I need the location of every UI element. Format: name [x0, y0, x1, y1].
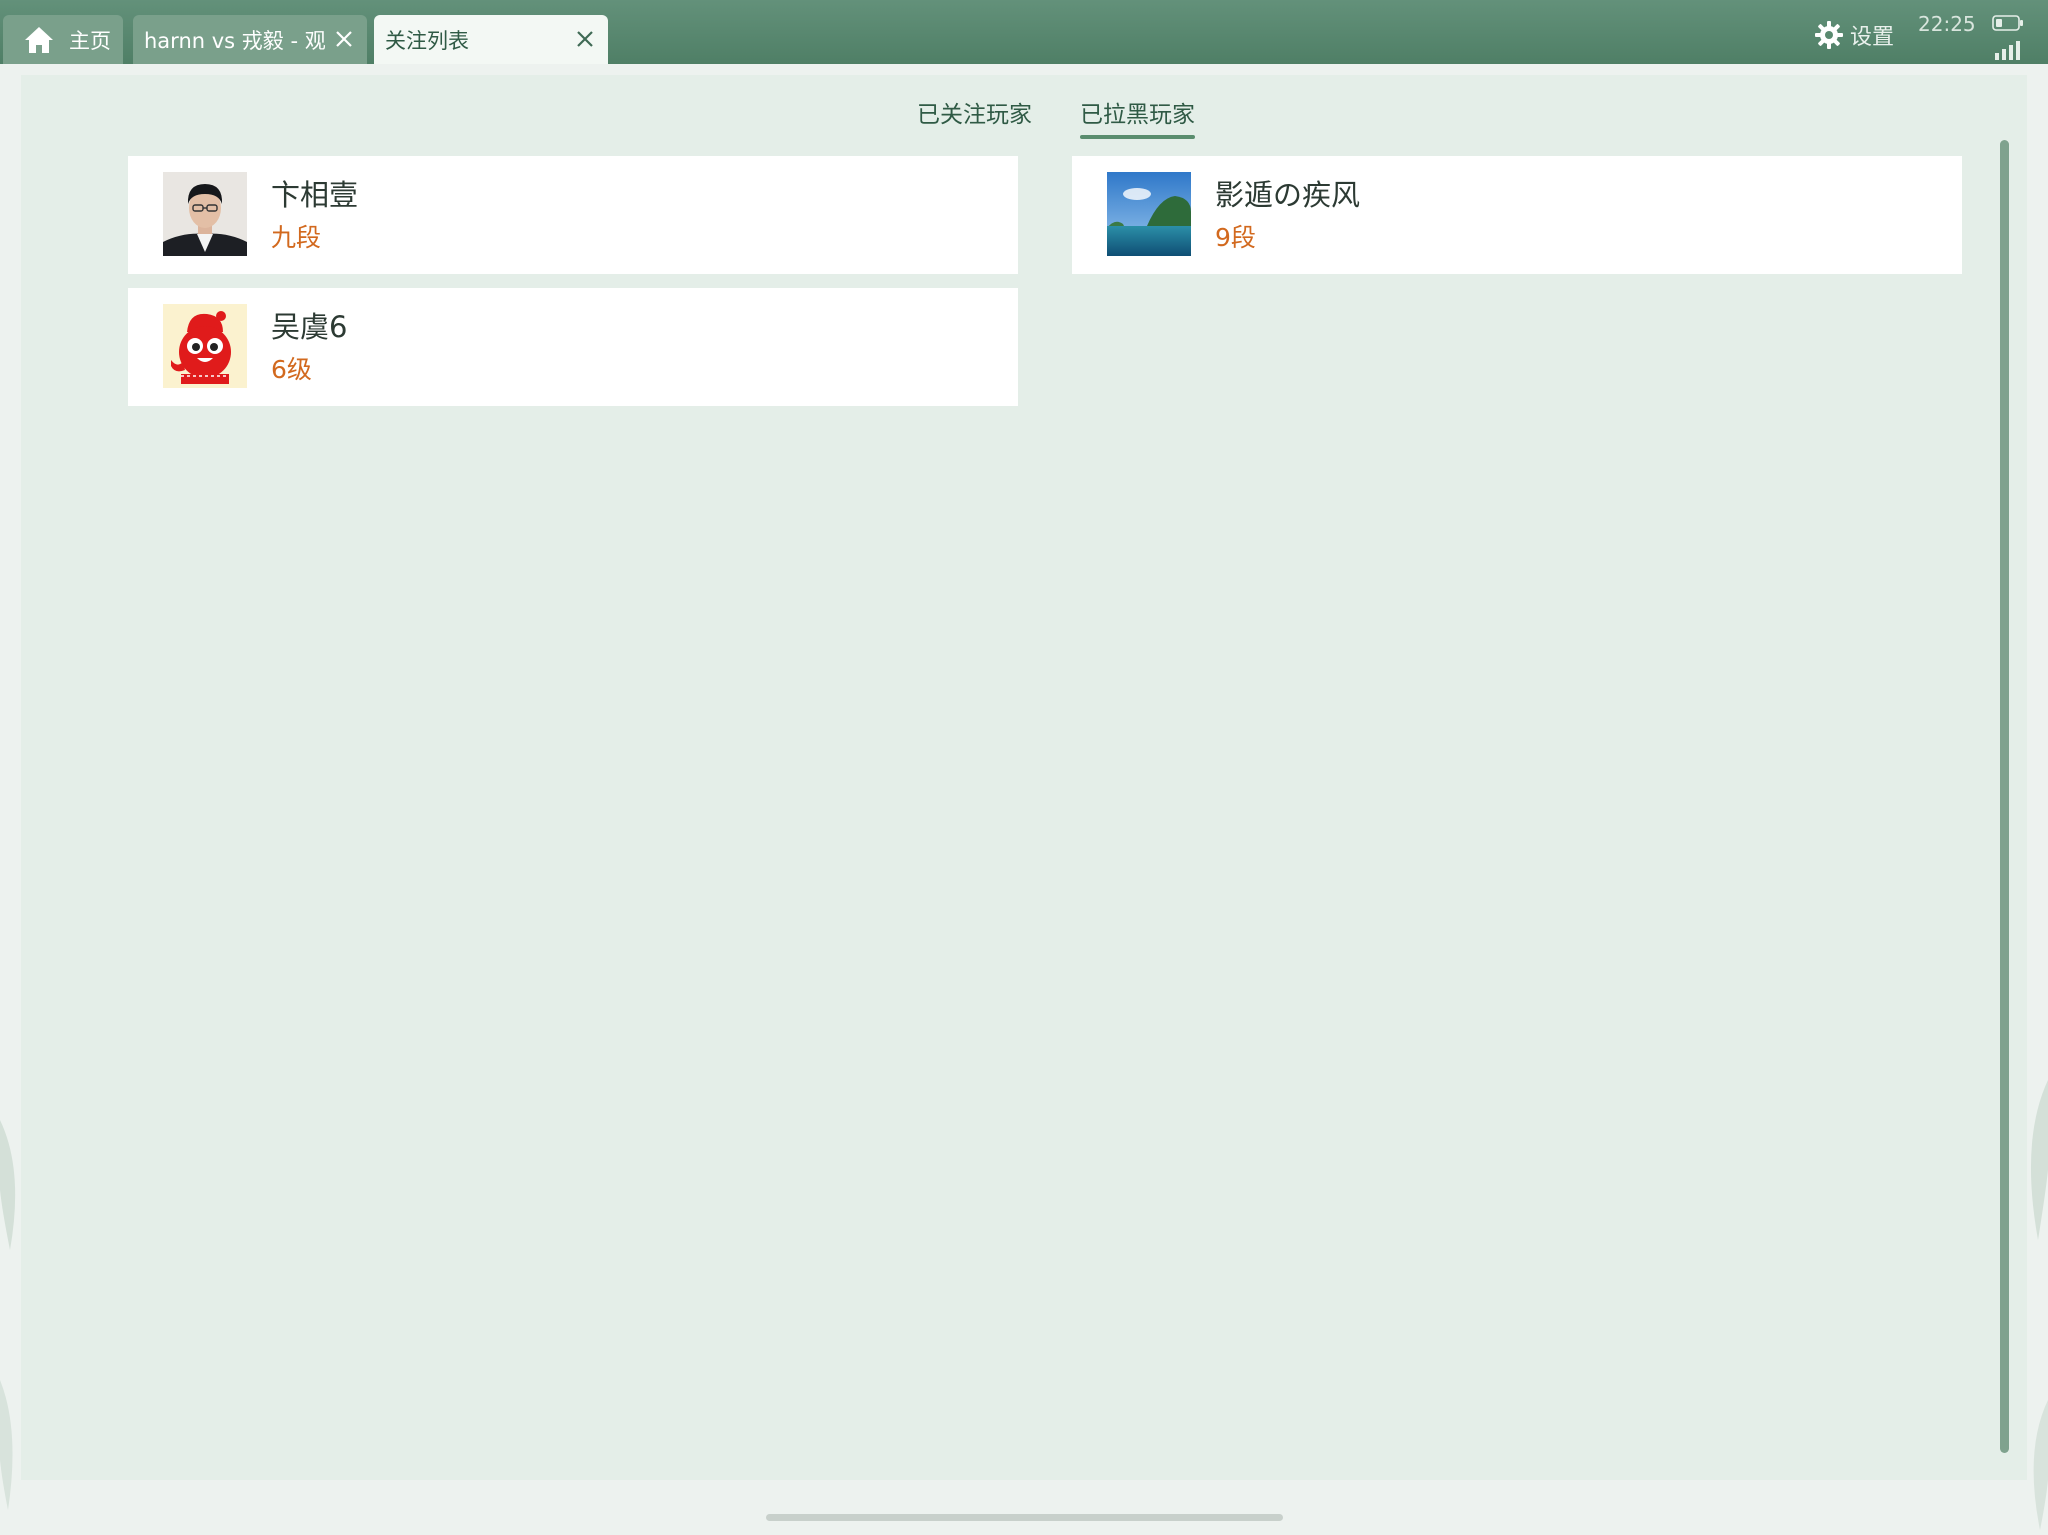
player-card[interactable]: 卞相壹 九段	[128, 156, 1018, 274]
subtab-bar: 已关注玩家 已拉黑玩家	[21, 95, 2027, 155]
scrollbar[interactable]	[2000, 140, 2009, 1453]
tab-game-watch[interactable]: harnn vs 戎毅 - 观	[133, 15, 367, 64]
app-window: 主页 harnn vs 戎毅 - 观 关注列表 设置 22:25 已关注玩家 已…	[0, 0, 2048, 1535]
bamboo-leaf-decoration	[2030, 1080, 2048, 1530]
tab-follow-label: 关注列表	[385, 28, 469, 53]
top-bar: 主页 harnn vs 戎毅 - 观 关注列表 设置 22:25	[0, 0, 2048, 64]
avatar	[163, 172, 247, 256]
close-icon[interactable]	[333, 28, 355, 50]
clock: 22:25	[1918, 12, 1976, 36]
player-name: 吴虞6	[271, 310, 348, 344]
player-rank: 9段	[1215, 223, 1256, 252]
player-name: 影遁の疾风	[1215, 178, 1361, 212]
home-icon	[25, 26, 53, 53]
player-card[interactable]: 吴虞6 6级	[128, 288, 1018, 406]
signal-icon	[1995, 41, 2020, 60]
player-rank: 九段	[271, 223, 322, 252]
avatar	[163, 304, 247, 388]
settings-button[interactable]: 设置	[1814, 18, 1894, 52]
home-indicator[interactable]	[766, 1514, 1283, 1521]
tab-game-label: harnn vs 戎毅 - 观	[144, 28, 326, 53]
subtab-followed-players[interactable]: 已关注玩家	[917, 95, 1032, 139]
follow-list-panel: 已关注玩家 已拉黑玩家 卞相壹 九段 影遁の疾风 9段 吴虞6 6级	[21, 75, 2027, 1480]
player-name: 卞相壹	[271, 178, 359, 212]
tab-home[interactable]: 主页	[3, 15, 123, 64]
subtab-blocked-players[interactable]: 已拉黑玩家	[1080, 95, 1195, 139]
tab-home-label: 主页	[69, 28, 111, 53]
bamboo-leaf-decoration	[0, 1120, 16, 1510]
tab-follow-list[interactable]: 关注列表	[374, 15, 608, 64]
avatar	[1107, 172, 1191, 256]
player-card[interactable]: 影遁の疾风 9段	[1072, 156, 1962, 274]
gear-icon	[1815, 21, 1843, 49]
close-icon[interactable]	[574, 28, 596, 50]
settings-label: 设置	[1850, 25, 1895, 50]
player-rank: 6级	[271, 355, 312, 384]
battery-icon	[1992, 15, 2023, 31]
